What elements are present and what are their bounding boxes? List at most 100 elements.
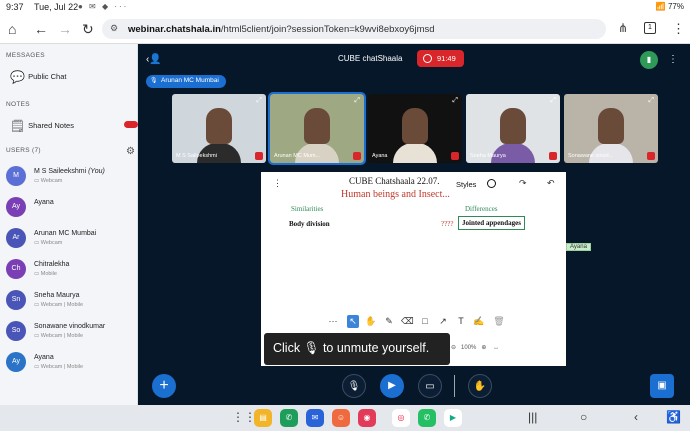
public-chat-item[interactable]: 💬 Public Chat	[10, 70, 66, 84]
notes-icon: 🗒	[10, 119, 26, 133]
zoom-level: 100%	[461, 345, 477, 351]
reload-icon[interactable]: ↻	[82, 21, 94, 38]
recording-timer[interactable]: 91:49	[417, 50, 464, 67]
camera-app-icon[interactable]: ◉	[358, 409, 376, 427]
webcam-button[interactable]: ▶	[380, 374, 404, 398]
address-bar[interactable]: ⚙ webinar.chatshala.in/html5client/join?…	[102, 19, 606, 39]
site-info-icon[interactable]: ⚙	[110, 23, 118, 34]
more-options-icon[interactable]: ⋮	[668, 54, 678, 65]
user-name: Sonawane vinodkumar	[34, 323, 106, 330]
jointed-appendages-box: Jointed appendages	[458, 216, 525, 230]
home-icon[interactable]: ⌂	[8, 21, 16, 37]
actions-plus-button[interactable]: +	[152, 374, 176, 398]
participant-body	[393, 143, 437, 163]
tab-count: 1	[648, 24, 652, 31]
rectangle-tool-icon[interactable]: □	[419, 315, 431, 328]
zoom-out-icon[interactable]: ⊖	[451, 345, 456, 351]
connection-status-icon[interactable]: ▮	[640, 51, 658, 69]
forward-icon[interactable]: →	[58, 21, 72, 37]
body-division-text: Body division	[289, 220, 330, 228]
question-marks-text: ????	[441, 220, 454, 228]
phone-app-icon[interactable]: ✆	[280, 409, 298, 427]
expand-icon[interactable]: ⤢	[648, 97, 654, 105]
color-swatch-icon[interactable]	[487, 179, 496, 188]
unmute-toast[interactable]: Click 🎙 to unmute yourself.	[264, 333, 450, 365]
fit-width-icon[interactable]: ↔	[493, 345, 499, 351]
zoom-in-icon[interactable]: ⊕	[481, 345, 486, 351]
eraser-tool-icon[interactable]: ⌫	[401, 315, 414, 328]
video-tile[interactable]: ⤢ Sonawane vinod...	[564, 94, 658, 163]
muted-mic-icon	[255, 152, 263, 160]
participant-name: Arunan MC Mum...	[274, 153, 321, 159]
messages-app-icon[interactable]: ✉	[306, 409, 324, 427]
participant-face	[402, 108, 428, 144]
expand-icon[interactable]: ⤢	[550, 97, 556, 105]
delete-icon[interactable]: 🗑	[493, 315, 505, 328]
whiteboard-menu-icon[interactable]: ⋮	[273, 178, 282, 189]
participant-name: M S Saileekshmi	[176, 153, 217, 159]
user-list-item[interactable]: Sn Sneha Maurya ▭ Webcam | Mobile	[6, 290, 136, 318]
toast-text-after: to unmute yourself.	[322, 341, 430, 355]
accessibility-icon[interactable]: ♿	[666, 410, 681, 424]
play-store-app-icon[interactable]: ▶	[444, 409, 462, 427]
meeting-area: ‹👤 CUBE chatShaala 91:49 ▮ ⋮ Arunan MC M…	[138, 44, 690, 405]
user-list-item[interactable]: Ay Ayana ▭ Webcam | Mobile	[6, 352, 136, 380]
contacts-app-icon[interactable]: ☺	[332, 409, 350, 427]
select-tool-icon[interactable]: ↖	[347, 315, 359, 328]
presentation-toggle-button[interactable]: ▣	[650, 374, 674, 398]
back-button-icon[interactable]: ‹	[634, 410, 638, 424]
expand-icon[interactable]: ⤢	[354, 97, 360, 105]
user-list-item[interactable]: Ch Chitralekha ▭ Mobile	[6, 259, 136, 287]
undo-icon[interactable]: ↶	[547, 178, 555, 189]
user-list-item[interactable]: So Sonawane vinodkumar ▭ Webcam | Mobile	[6, 321, 136, 349]
user-name: Ayana	[34, 354, 54, 361]
video-tile[interactable]: ⤢ Sneha Maurya	[466, 94, 560, 163]
styles-button[interactable]: Styles	[456, 180, 476, 189]
files-app-icon[interactable]: ▤	[254, 409, 272, 427]
text-tool-icon[interactable]: T	[455, 315, 467, 328]
apps-grid-icon[interactable]: ⋮⋮	[232, 410, 256, 424]
presenter-badge: Arunan MC Mumbai	[146, 75, 226, 88]
pencil-tool-icon[interactable]: ✎	[383, 315, 395, 328]
user-name: M S Saileekshmi (You)	[34, 168, 105, 175]
arrow-tool-icon[interactable]: ↗	[437, 315, 449, 328]
user-devices: ▭ Webcam | Mobile	[34, 333, 84, 339]
raise-hand-button[interactable]: ✋	[468, 374, 492, 398]
browser-menu-icon[interactable]: ⋮	[672, 21, 685, 37]
video-tile[interactable]: ⤢ Ayana	[368, 94, 462, 163]
whiteboard-subtitle: Human beings and Insect...	[341, 189, 450, 200]
user-devices: ▭ Webcam | Mobile	[34, 302, 84, 308]
more-tools-icon[interactable]: ···	[327, 315, 339, 328]
screenshare-button[interactable]: ▭	[418, 374, 442, 398]
notes-header: NOTES	[6, 101, 30, 108]
tab-switcher-button[interactable]: 1	[644, 22, 656, 34]
shared-notes-item[interactable]: 🗒 Shared Notes	[10, 119, 74, 133]
share-icon[interactable]: ⋔	[618, 21, 628, 35]
user-devices: ▭ Mobile	[34, 271, 57, 277]
controls-divider	[454, 375, 455, 397]
video-tile[interactable]: ⤢ M S Saileekshmi	[172, 94, 266, 163]
expand-icon[interactable]: ⤢	[256, 97, 262, 105]
recent-apps-icon[interactable]: |||	[528, 410, 537, 424]
expand-icon[interactable]: ⤢	[452, 97, 458, 105]
back-icon[interactable]: ←	[34, 21, 48, 37]
similarities-heading: Similarities	[291, 205, 324, 213]
unmute-button[interactable]: 🎙	[342, 374, 366, 398]
user-list-item[interactable]: M M S Saileekshmi (You) ▭ Webcam	[6, 166, 136, 194]
muted-mic-icon: 🎙	[303, 341, 320, 355]
video-tile[interactable]: ⤢ Arunan MC Mum...	[268, 92, 366, 165]
home-button-icon[interactable]: ○	[580, 410, 587, 424]
participant-face	[206, 108, 232, 144]
whatsapp-app-icon[interactable]: ✆	[418, 409, 436, 427]
redo-icon[interactable]: ↷	[519, 178, 527, 189]
note-tool-icon[interactable]: ✍	[473, 315, 485, 328]
gear-icon[interactable]: ⚙	[126, 146, 135, 157]
messages-header: MESSAGES	[6, 52, 45, 59]
user-list-item[interactable]: Ar Arunan MC Mumbai ▭ Webcam	[6, 228, 136, 256]
hand-tool-icon[interactable]: ✋	[365, 315, 377, 328]
chrome-app-icon[interactable]: ◎	[392, 409, 410, 427]
user-name: Ayana	[34, 199, 54, 206]
user-list-toggle-icon[interactable]: ‹👤	[146, 54, 162, 65]
user-list-item[interactable]: Ay Ayana	[6, 197, 136, 225]
browser-toolbar: ⌂ ← → ↻ ⚙ webinar.chatshala.in/html5clie…	[0, 14, 690, 44]
